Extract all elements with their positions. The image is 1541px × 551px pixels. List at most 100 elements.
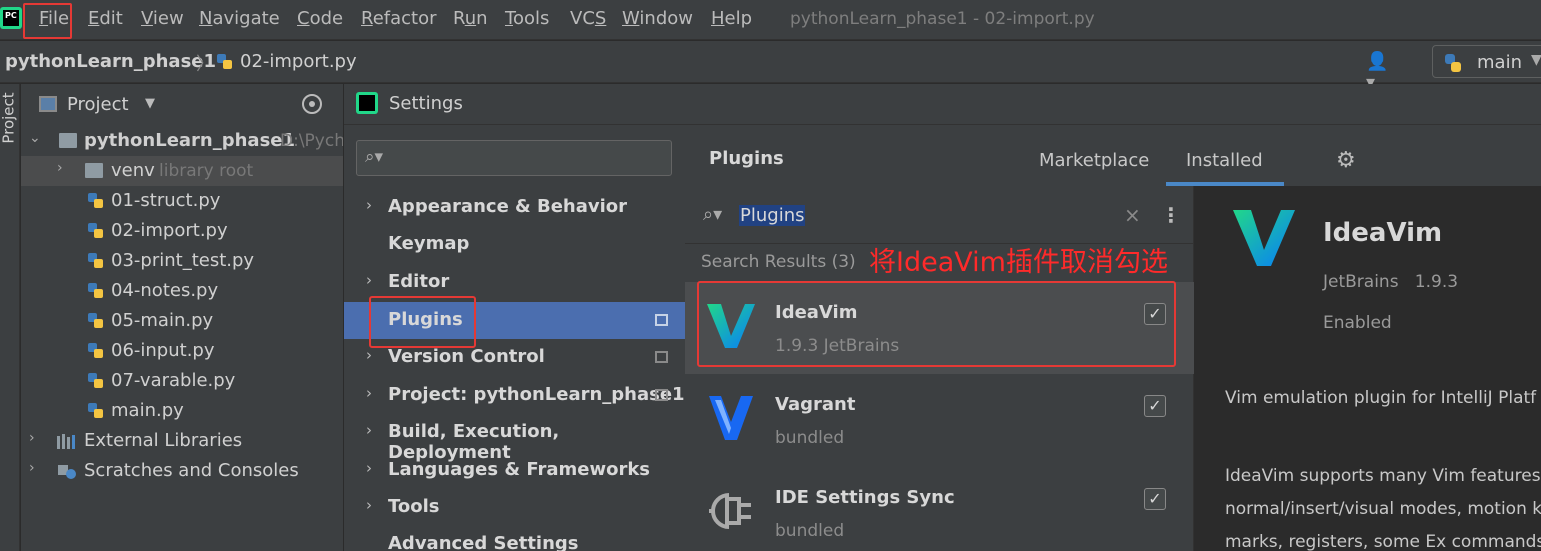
tree-file[interactable]: 07-varable.py (21, 366, 343, 396)
tab-marketplace[interactable]: Marketplace (1039, 150, 1149, 171)
locate-file-icon[interactable] (302, 94, 322, 114)
menu-navigate[interactable]: Navigate (199, 8, 280, 29)
ideavim-logo-icon (1233, 210, 1295, 266)
search-results-label: Search Results (3) (701, 252, 856, 272)
plugin-search-input[interactable]: Plugins (739, 205, 806, 226)
breadcrumb-project[interactable]: pythonLearn_phase1 (5, 51, 216, 72)
detail-description: normal/insert/visual modes, motion k (1225, 499, 1541, 519)
plugin-enabled-checkbox[interactable]: ✓ (1144, 488, 1166, 510)
settings-title-bar: Settings (344, 84, 1541, 125)
detail-plugin-name: IdeaVim (1323, 218, 1443, 248)
plugins-nav-highlight (369, 296, 476, 348)
nav-keymap[interactable]: Keymap (344, 226, 685, 263)
tree-external-libraries[interactable]: › External Libraries (21, 426, 343, 456)
window-title: pythonLearn_phase1 - 02-import.py (790, 9, 1095, 29)
tree-root[interactable]: ⌄ pythonLearn_phase1 D:\Pych (21, 126, 343, 156)
menu-refactor[interactable]: Refactor (361, 8, 437, 29)
plugin-row-vagrant[interactable]: Vagrant bundled ✓ (685, 374, 1194, 466)
nav-languages-frameworks[interactable]: › Languages & Frameworks (344, 452, 685, 489)
plugins-header: Plugins Marketplace Installed ⚙ (685, 126, 1541, 186)
menu-view[interactable]: View (141, 8, 184, 29)
project-level-icon (655, 389, 668, 401)
menu-vcs[interactable]: VCS (570, 8, 606, 29)
pycharm-logo-icon: PC (0, 7, 22, 29)
clear-icon[interactable]: × (1124, 203, 1141, 227)
tree-file[interactable]: 01-struct.py (21, 186, 343, 216)
detail-description: IdeaVim supports many Vim features (1225, 466, 1541, 486)
folder-icon (85, 163, 103, 178)
scratches-icon (58, 465, 76, 479)
project-panel-header: Project ▼ (21, 84, 343, 126)
expand-arrow-icon: › (366, 384, 372, 402)
nav-appearance-behavior[interactable]: › Appearance & Behavior (344, 189, 685, 226)
project-panel: Project ▼ ⌄ pythonLearn_phase1 D:\Pych ›… (21, 84, 343, 551)
tree-file[interactable]: 06-input.py (21, 336, 343, 366)
menu-bar: PC File Edit View Navigate Code Refactor… (0, 0, 1541, 40)
expand-arrow-icon: › (366, 271, 372, 289)
tree-file[interactable]: 04-notes.py (21, 276, 343, 306)
plugin-enabled-checkbox[interactable]: ✓ (1144, 395, 1166, 417)
plugins-title: Plugins (709, 148, 784, 169)
tree-file[interactable]: 03-print_test.py (21, 246, 343, 276)
tree-scratches[interactable]: › Scratches and Consoles (21, 456, 343, 486)
tab-installed[interactable]: Installed (1186, 150, 1263, 171)
settings-title: Settings (389, 93, 463, 114)
nav-advanced-settings[interactable]: Advanced Settings (344, 526, 685, 551)
project-tool-tab[interactable]: Project (0, 92, 18, 143)
annotation-text: 将IdeaVim插件取消勾选 (869, 247, 1168, 278)
ideavim-row-highlight (697, 281, 1176, 367)
python-file-icon (88, 223, 103, 238)
left-tool-strip: Project (0, 84, 20, 551)
detail-plugin-status: Enabled (1323, 313, 1392, 333)
chevron-down-icon[interactable]: ▼ (145, 96, 155, 111)
collapse-arrow-icon[interactable]: › (29, 430, 35, 446)
run-config-label: main (1477, 52, 1522, 73)
breadcrumb-separator-icon: 〉 (196, 54, 214, 75)
nav-build-execution[interactable]: › Build, Execution, Deployment (344, 414, 685, 463)
python-icon (1445, 54, 1461, 72)
menu-help[interactable]: Help (711, 8, 752, 29)
plugin-row-ide-settings-sync[interactable]: IDE Settings Sync bundled ✓ (685, 467, 1194, 551)
python-file-icon (88, 283, 103, 298)
menu-window[interactable]: Window (622, 8, 693, 29)
nav-project[interactable]: › Project: pythonLearn_phase1 (344, 377, 685, 414)
menu-run[interactable]: Run (453, 8, 488, 29)
file-menu-highlight (23, 3, 72, 39)
plugin-list: ⌕▾ Plugins × ⋮ Search Results (3) IdeaVi… (685, 186, 1194, 551)
settings-search-input[interactable]: ⌕▾ (356, 140, 672, 176)
python-file-icon (88, 403, 103, 418)
nav-tools[interactable]: › Tools (344, 489, 685, 526)
breadcrumb-file[interactable]: 02-import.py (240, 51, 357, 72)
collapse-arrow-icon[interactable]: › (57, 160, 63, 176)
collapse-arrow-icon[interactable]: › (29, 460, 35, 476)
expand-arrow-icon[interactable]: ⌄ (29, 130, 41, 146)
tree-file[interactable]: 05-main.py (21, 306, 343, 336)
plug-icon (709, 493, 751, 529)
tree-venv[interactable]: › venv library root (21, 156, 343, 186)
project-level-icon (655, 314, 668, 326)
expand-arrow-icon: › (366, 496, 372, 514)
python-file-icon (217, 54, 232, 69)
tree-file[interactable]: 02-import.py (21, 216, 343, 246)
gear-icon[interactable]: ⚙ (1336, 148, 1356, 173)
python-file-icon (88, 373, 103, 388)
tree-file[interactable]: main.py (21, 396, 343, 426)
pycharm-logo-icon (356, 92, 378, 114)
plugin-search[interactable]: ⌕▾ Plugins × ⋮ (685, 186, 1194, 244)
menu-edit[interactable]: Edit (88, 8, 123, 29)
detail-description: Vim emulation plugin for IntelliJ Platf (1225, 388, 1537, 408)
detail-plugin-meta: JetBrains 1.9.3 (1323, 272, 1459, 292)
menu-code[interactable]: Code (297, 8, 343, 29)
expand-arrow-icon: › (366, 459, 372, 477)
python-file-icon (88, 193, 103, 208)
chevron-down-icon: ▼ (1531, 52, 1541, 68)
run-configuration-select[interactable]: main ▼ (1432, 45, 1541, 78)
user-icon[interactable]: 👤▾ (1366, 51, 1390, 93)
more-options-icon[interactable]: ⋮ (1161, 203, 1181, 227)
search-icon: ⌕▾ (365, 147, 384, 167)
project-view-title[interactable]: Project (67, 94, 129, 115)
menu-tools[interactable]: Tools (505, 8, 549, 29)
python-file-icon (88, 253, 103, 268)
python-file-icon (88, 343, 103, 358)
library-icon (57, 434, 75, 449)
